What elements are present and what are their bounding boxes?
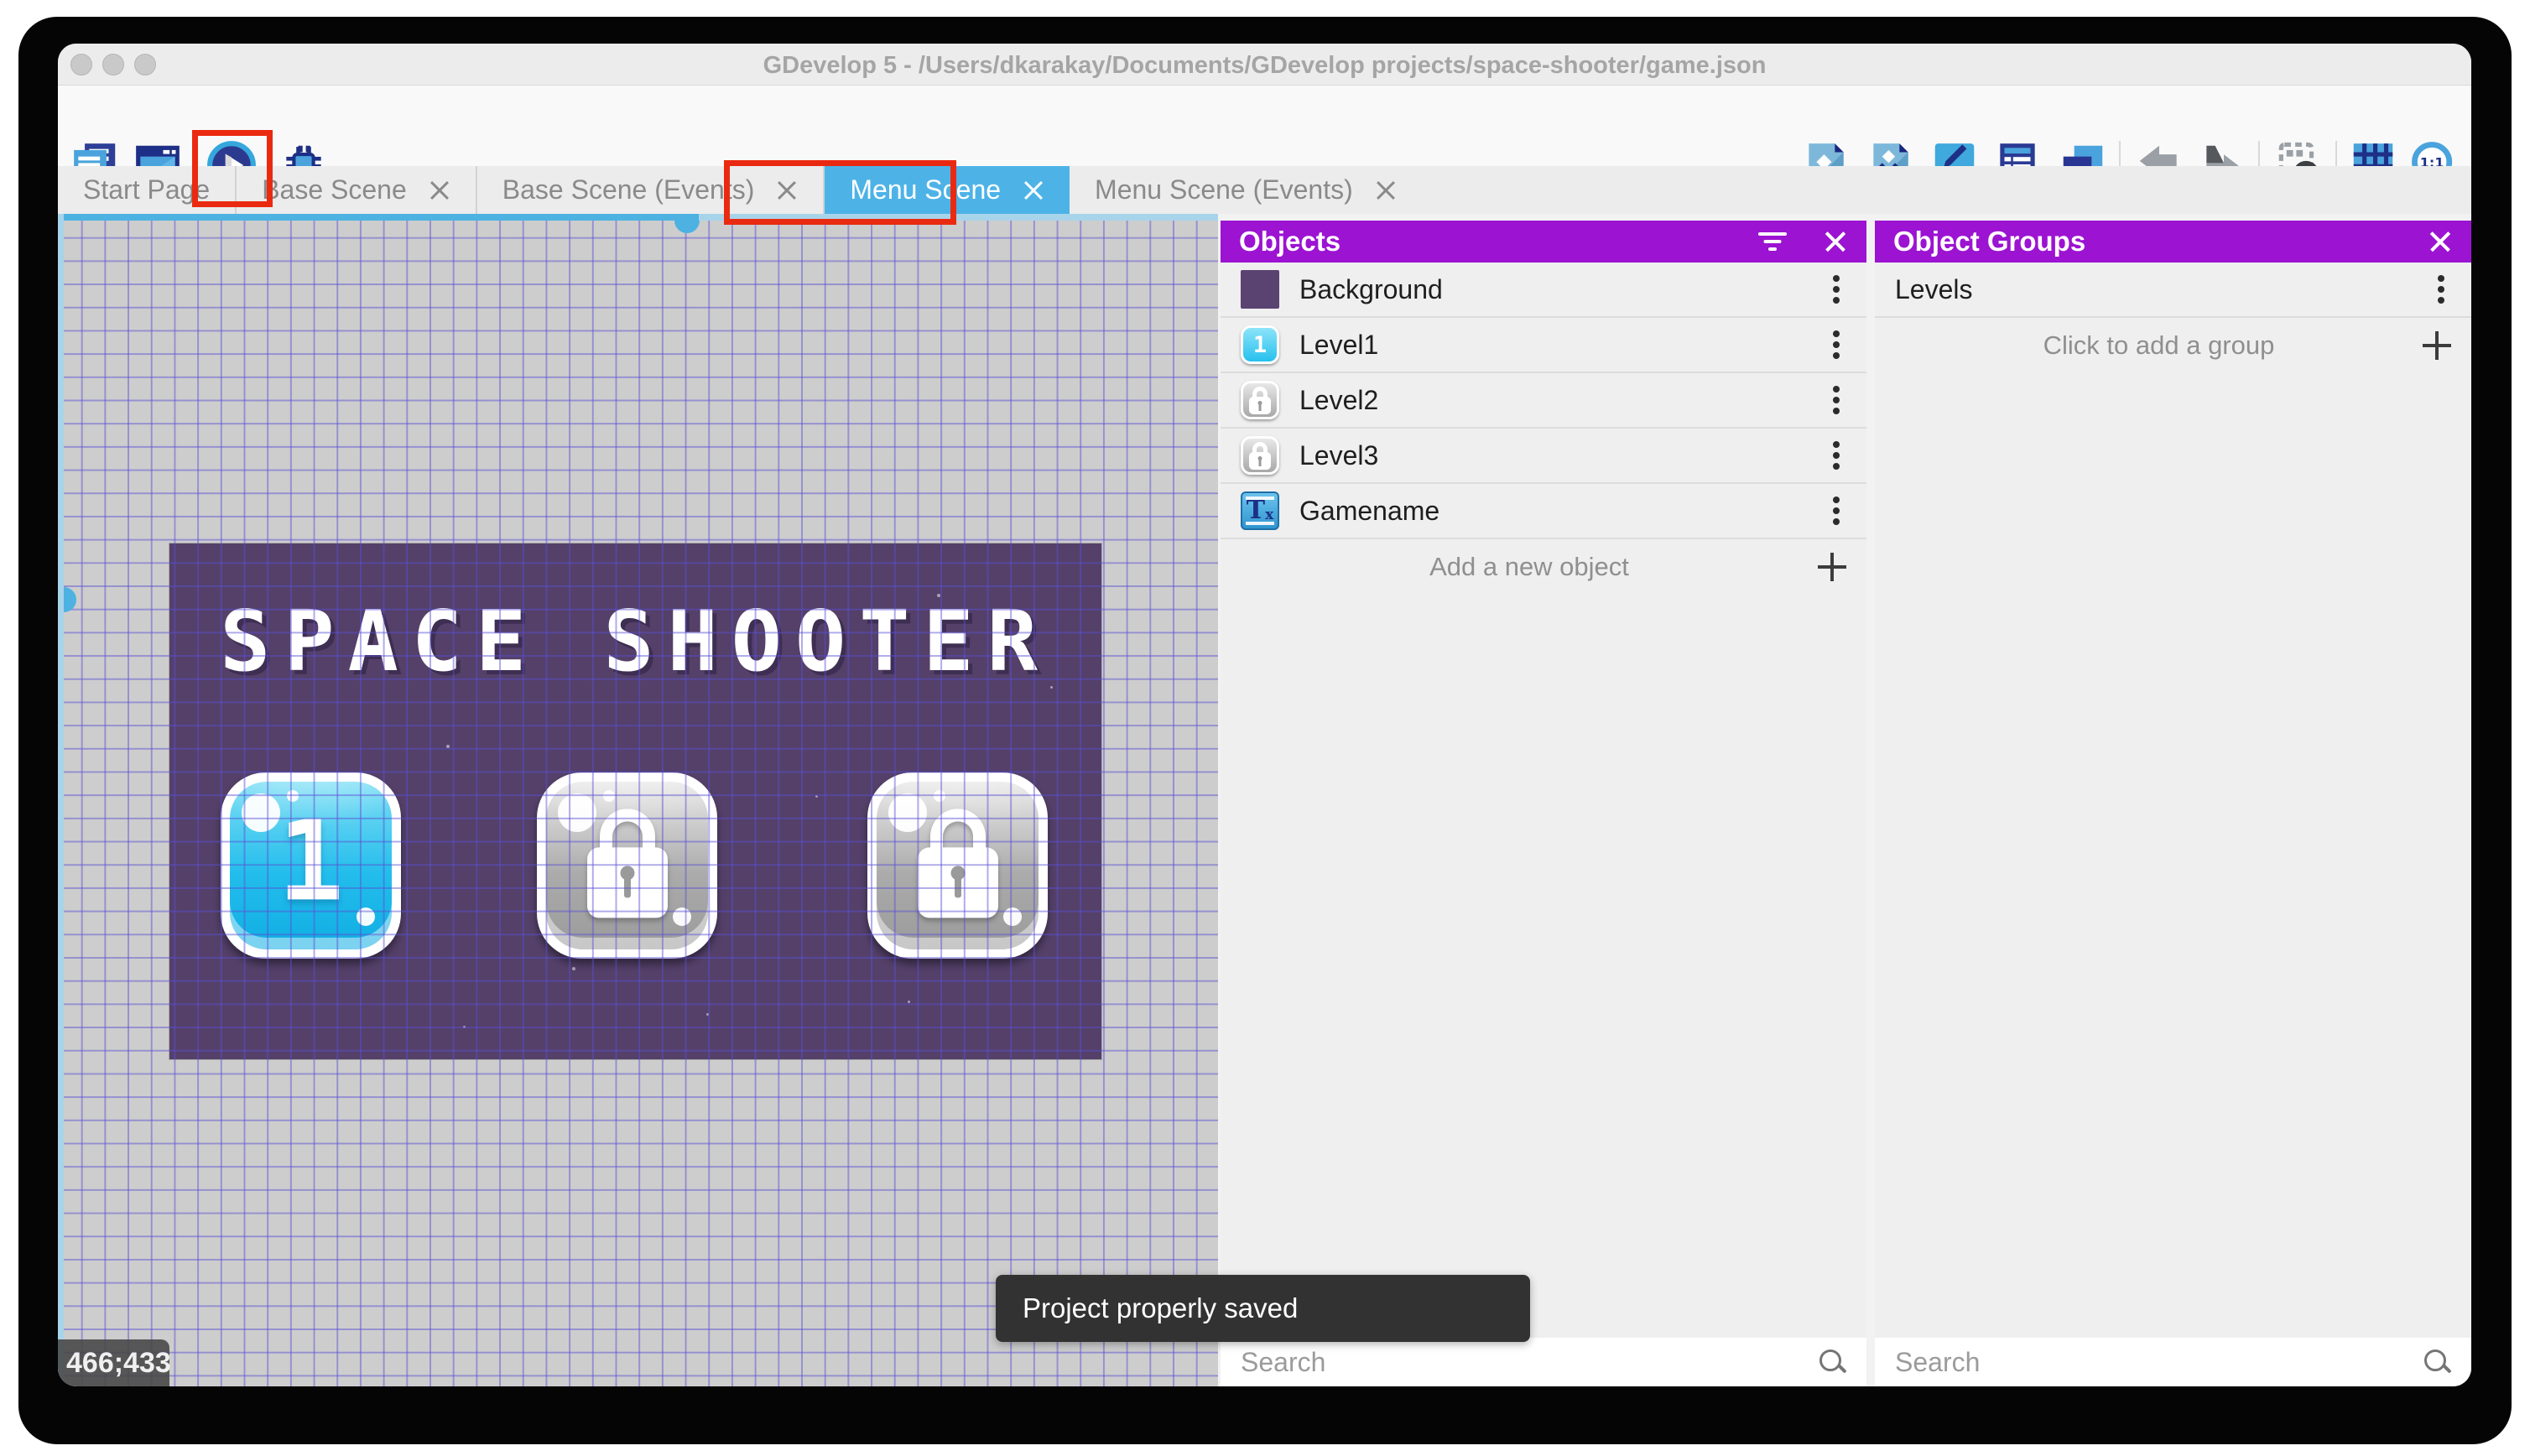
star-dot — [249, 644, 252, 647]
level3-button-instance[interactable] — [867, 772, 1048, 959]
object-row-background[interactable]: Background — [1221, 263, 1866, 318]
star-dot — [1050, 686, 1053, 689]
thumb-letter: x — [1265, 506, 1274, 523]
objects-panel-header: Objects — [1221, 221, 1866, 263]
objects-list: Background 1 Level1 Level2 Level3 T x Ga… — [1221, 263, 1866, 1338]
search-icon[interactable] — [2423, 1348, 2451, 1376]
lock-icon — [586, 809, 668, 918]
game-title-text-instance[interactable]: SPACE SHOOTER — [169, 592, 1101, 690]
star-dot — [446, 745, 450, 748]
plus-icon[interactable] — [2423, 331, 2451, 360]
groups-list: Levels Click to add a group — [1875, 263, 2471, 1338]
object-name: Level3 — [1299, 439, 1379, 471]
search-icon[interactable] — [1818, 1348, 1846, 1376]
group-menu-icon[interactable] — [2438, 275, 2444, 282]
window-title: GDevelop 5 - /Users/dkarakay/Documents/G… — [763, 52, 1767, 79]
level2-thumbnail — [1241, 381, 1279, 419]
object-row-level2[interactable]: Level2 — [1221, 373, 1866, 429]
star-dot — [706, 1013, 709, 1016]
groups-search-row — [1875, 1338, 2471, 1386]
group-row-levels[interactable]: Levels — [1875, 263, 2471, 318]
close-icon[interactable] — [2428, 229, 2453, 254]
annotation-box-play — [192, 130, 273, 207]
tab-close-icon[interactable] — [1375, 179, 1397, 201]
level1-button-face: 1 — [230, 782, 392, 949]
tab-menu-scene-events[interactable]: Menu Scene (Events) — [1070, 166, 1422, 214]
star-dot — [572, 967, 575, 970]
star-dot — [463, 1026, 466, 1028]
object-menu-icon[interactable] — [1833, 497, 1840, 503]
filter-icon[interactable] — [1756, 229, 1789, 254]
gdevelop-window: GDevelop 5 - /Users/dkarakay/Documents/G… — [58, 44, 2471, 1386]
object-name: Level2 — [1299, 384, 1379, 415]
screenshot-stage: GDevelop 5 - /Users/dkarakay/Documents/G… — [0, 0, 2530, 1456]
tab-base-scene[interactable]: Base Scene — [237, 166, 477, 214]
object-name: Background — [1299, 273, 1443, 304]
objects-search-input[interactable] — [1241, 1346, 1818, 1378]
object-menu-icon[interactable] — [1833, 386, 1840, 393]
tab-label: Menu Scene (Events) — [1095, 174, 1353, 205]
star-dot — [908, 1001, 910, 1003]
background-thumbnail — [1241, 270, 1279, 309]
object-groups-header: Object Groups — [1875, 221, 2471, 263]
level3-button-face — [877, 782, 1039, 949]
titlebar: GDevelop 5 - /Users/dkarakay/Documents/G… — [58, 44, 2471, 86]
lock-icon — [1249, 441, 1271, 470]
level1-number: 1 — [277, 797, 345, 927]
object-groups-panel: Object Groups Levels Click to add a grou… — [1875, 221, 2471, 1386]
objects-panel-title: Objects — [1239, 226, 1341, 257]
tab-label: Base Scene — [262, 174, 407, 205]
group-name: Levels — [1895, 273, 1973, 304]
tab-close-icon[interactable] — [429, 179, 450, 201]
tab-label: Base Scene (Events) — [502, 174, 755, 205]
object-name: Gamename — [1299, 495, 1440, 526]
object-menu-icon[interactable] — [1833, 441, 1840, 448]
object-name: Level1 — [1299, 329, 1379, 360]
gloss-highlight — [934, 790, 945, 802]
close-icon[interactable] — [1823, 229, 1848, 254]
object-groups-title: Object Groups — [1893, 226, 2086, 257]
level1-thumbnail: 1 — [1241, 325, 1279, 364]
horizontal-scrollbar[interactable] — [58, 214, 1218, 221]
thumb-letter: T — [1246, 496, 1266, 525]
plus-icon[interactable] — [1818, 553, 1846, 581]
level3-thumbnail — [1241, 436, 1279, 475]
objects-panel: Objects Background 1 Level1 Level2 Level… — [1221, 221, 1866, 1386]
level2-button-instance[interactable] — [537, 772, 717, 959]
object-menu-icon[interactable] — [1833, 275, 1840, 282]
toolbar: 1:1 — [58, 86, 2471, 191]
objects-search-row — [1221, 1338, 1866, 1386]
star-dot — [815, 795, 818, 798]
add-object-label: Add a new object — [1429, 552, 1629, 581]
gloss-highlight — [603, 790, 615, 802]
cursor-coordinates: 466;433 — [58, 1339, 171, 1386]
tab-label: Start Page — [83, 174, 211, 205]
gloss-highlight — [673, 907, 691, 926]
groups-search-input[interactable] — [1895, 1346, 2423, 1378]
save-toast: Project properly saved — [996, 1275, 1530, 1342]
add-group-row[interactable]: Click to add a group — [1875, 318, 2471, 373]
scene-canvas[interactable]: SPACE SHOOTER 1 466;433 — [58, 214, 1218, 1386]
object-menu-icon[interactable] — [1833, 330, 1840, 337]
vertical-scrollbar[interactable] — [58, 214, 64, 1386]
annotation-box-menu-scene-tab — [724, 160, 956, 225]
object-row-level3[interactable]: Level3 — [1221, 429, 1866, 484]
thumb-digit: 1 — [1252, 331, 1268, 358]
add-object-row[interactable]: Add a new object — [1221, 539, 1866, 595]
level1-button-instance[interactable]: 1 — [221, 772, 401, 959]
horizontal-scrollbar-handle[interactable] — [674, 221, 700, 233]
add-group-label: Click to add a group — [2043, 330, 2275, 360]
tab-close-icon[interactable] — [1023, 179, 1044, 201]
lock-icon — [917, 809, 998, 918]
text-object-thumbnail: Tx — [1241, 491, 1279, 530]
star-dot — [937, 594, 940, 597]
object-row-gamename[interactable]: Tx Gamename — [1221, 484, 1866, 539]
gloss-highlight — [1003, 907, 1022, 926]
lock-icon — [1249, 386, 1271, 414]
level2-button-face — [546, 782, 708, 949]
object-row-level1[interactable]: 1 Level1 — [1221, 318, 1866, 373]
scene-background-instance[interactable]: SPACE SHOOTER 1 — [169, 543, 1101, 1059]
vertical-scrollbar-handle[interactable] — [64, 587, 76, 612]
tabbar: Start Page Base Scene Base Scene (Events… — [58, 166, 2471, 214]
